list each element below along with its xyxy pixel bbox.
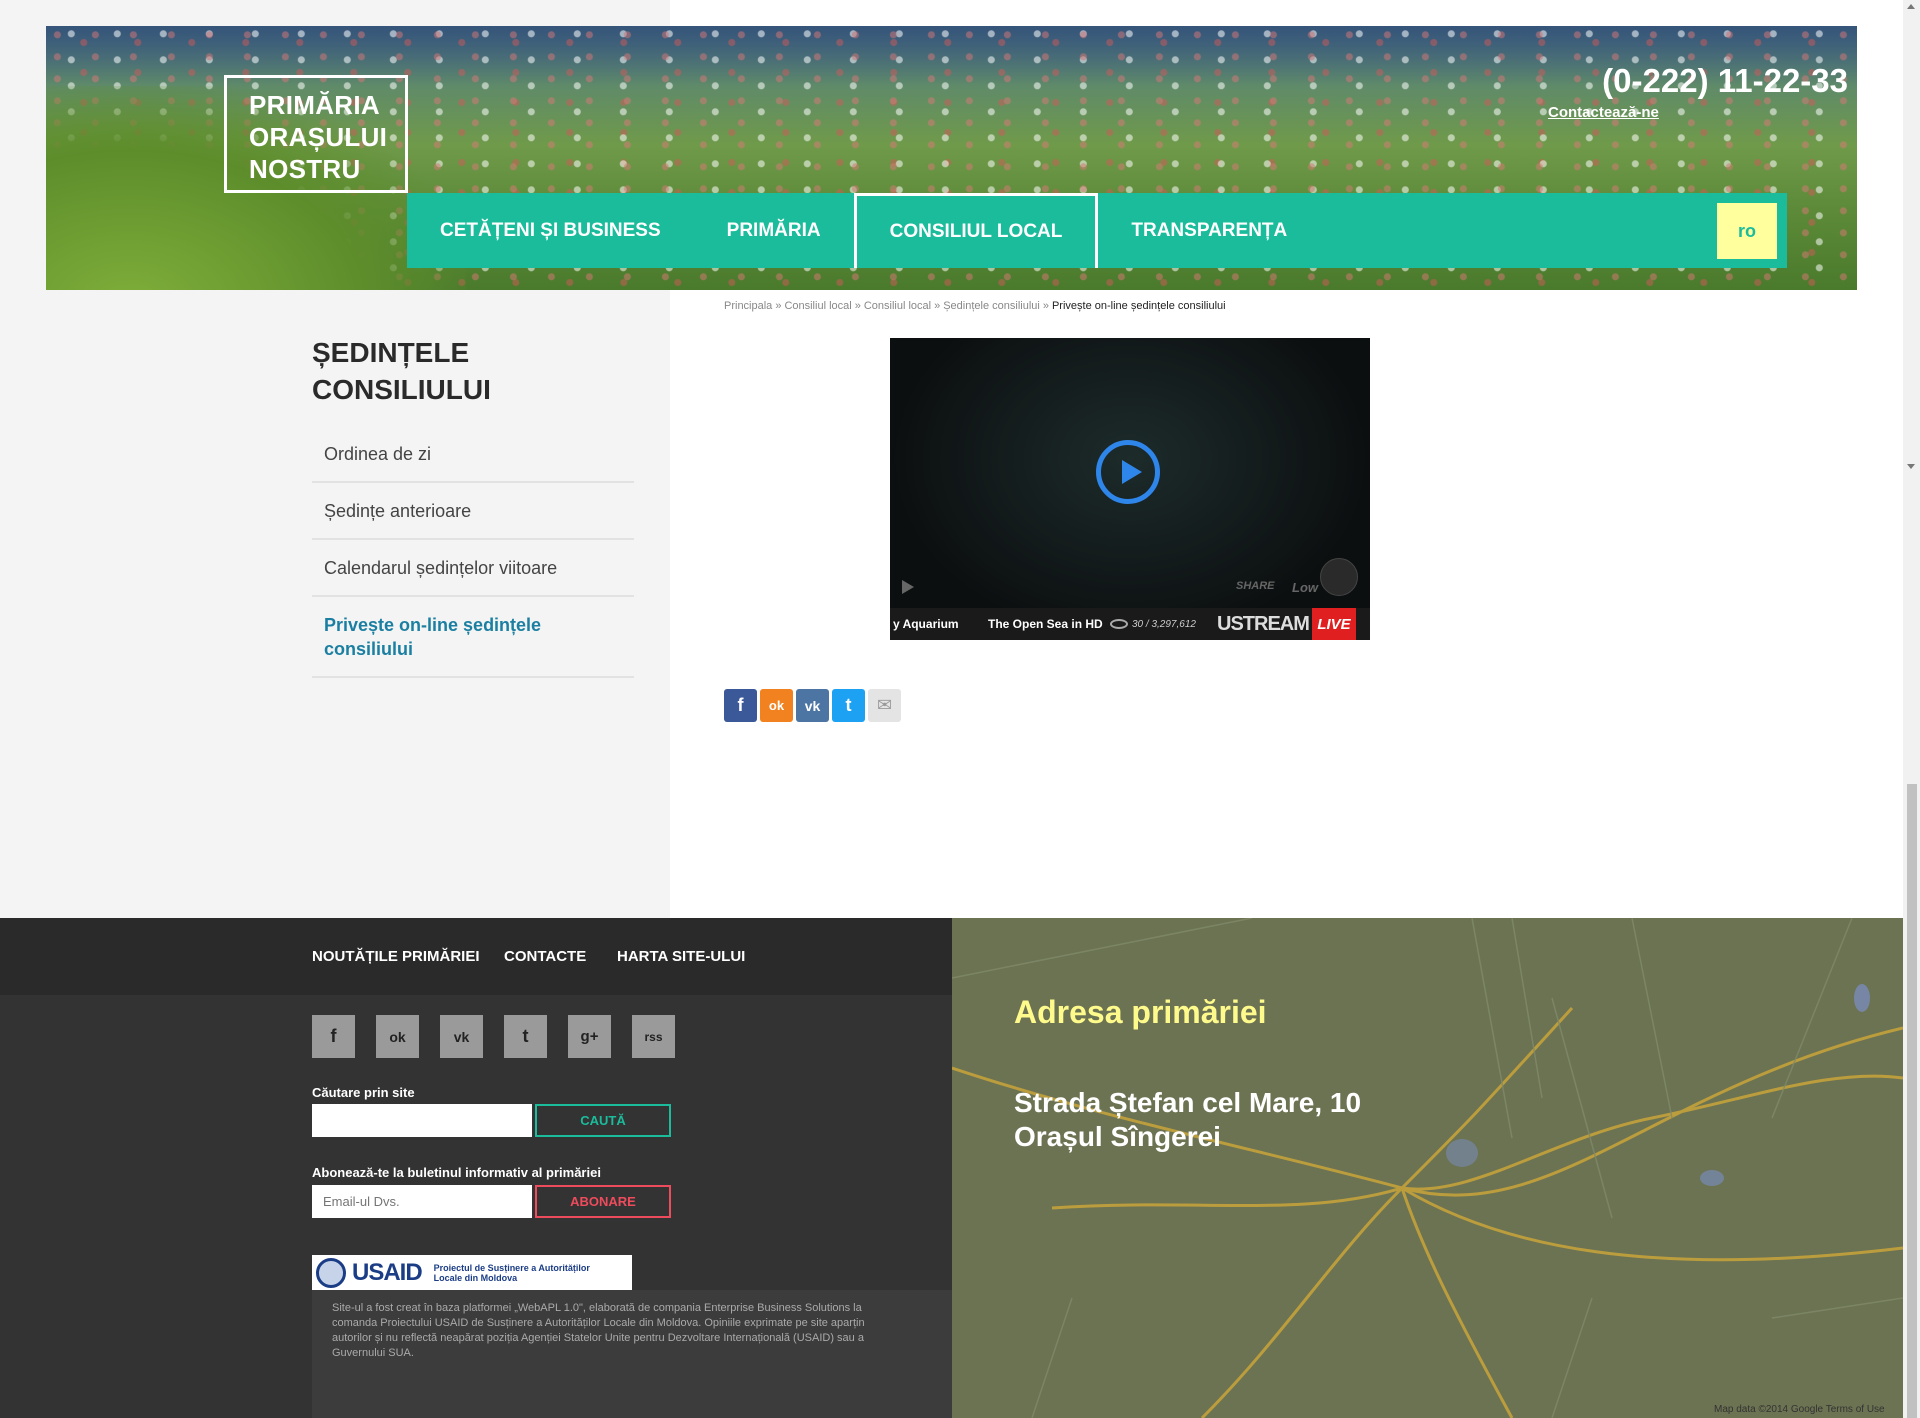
live-badge: LIVE — [1312, 608, 1356, 640]
sidebar-menu: Ordinea de zi Ședințe anterioare Calenda… — [312, 426, 634, 678]
nav-item-primaria[interactable]: PRIMĂRIA — [694, 193, 854, 268]
scroll-up-icon[interactable] — [1907, 4, 1915, 9]
subscribe-button[interactable]: ABONARE — [535, 1185, 671, 1218]
breadcrumb: Principala» Consiliul local» Consiliul loc… — [724, 300, 1226, 312]
video-channel-current[interactable]: The Open Sea in HD — [988, 617, 1110, 631]
fullscreen-icon[interactable] — [1320, 558, 1358, 596]
footer-nav-contacts[interactable]: CONTACTE — [504, 948, 586, 965]
breadcrumb-local-council-2[interactable]: Consiliul local — [864, 300, 931, 312]
breadcrumb-separator: » — [934, 300, 941, 312]
breadcrumb-home[interactable]: Principala — [724, 300, 772, 312]
odnoklassniki-icon[interactable]: ok — [376, 1015, 419, 1058]
nav-item-local-council[interactable]: CONSILIUL LOCAL — [853, 193, 1099, 268]
nav-item-transparency[interactable]: TRANSPARENȚA — [1098, 193, 1320, 268]
phone-number: (0-222) 11-22-33 — [1602, 62, 1848, 99]
video-share-button[interactable]: SHARE — [1236, 580, 1275, 592]
eye-icon — [1110, 619, 1128, 629]
footer-nav: NOUTĂȚILE PRIMĂRIEI CONTACTE HARTA SITE-… — [0, 918, 952, 995]
map-credit[interactable]: Map data ©2014 Google Terms of Use — [1714, 1404, 1885, 1415]
address-map[interactable] — [952, 918, 1903, 1418]
vk-share-icon[interactable]: vk — [796, 689, 829, 722]
address-street: Strada Ștefan cel Mare, 10 — [1014, 1087, 1362, 1118]
breadcrumb-council-meetings[interactable]: Ședințele consiliului — [943, 300, 1040, 312]
share-buttons: f ok vk t ✉ — [724, 689, 901, 722]
scroll-down-icon[interactable] — [1907, 464, 1915, 469]
odnoklassniki-share-icon[interactable]: ok — [760, 689, 793, 722]
sidebar-item-meetings-calendar[interactable]: Calendarul ședințelor viitoare — [312, 540, 634, 597]
sidebar-item-watch-online[interactable]: Privește on-line ședințele consiliului — [312, 597, 634, 678]
footer-social-icons: f ok vk t g+ rss — [312, 1015, 675, 1058]
video-channel-prev[interactable]: y Aquarium — [890, 617, 988, 631]
usaid-brand: USAID — [352, 1258, 423, 1286]
nav-item-citizens-business[interactable]: CETĂȚENI ȘI BUSINESS — [407, 193, 694, 268]
scrollbar-thumb[interactable] — [1907, 784, 1917, 1418]
breadcrumb-separator: » — [1042, 300, 1049, 312]
breadcrumb-separator: » — [775, 300, 782, 312]
footer-left: NOUTĂȚILE PRIMĂRIEI CONTACTE HARTA SITE-… — [0, 918, 952, 1418]
twitter-icon[interactable]: t — [504, 1015, 547, 1058]
usaid-project-name: Proiectul de Susținere a Autorităților L… — [433, 1262, 590, 1283]
breadcrumb-current: Privește on-line ședințele consiliului — [1051, 300, 1226, 312]
video-info-bar: y Aquarium The Open Sea in HD 30 / 3,297… — [890, 608, 1370, 640]
address-title: Adresa primăriei — [1014, 994, 1267, 1030]
footer-nav-news[interactable]: NOUTĂȚILE PRIMĂRIEI — [312, 948, 480, 965]
sidebar-item-agenda[interactable]: Ordinea de zi — [312, 426, 634, 483]
email-share-icon[interactable]: ✉ — [868, 689, 901, 722]
facebook-icon[interactable]: f — [312, 1015, 355, 1058]
small-play-icon[interactable] — [902, 580, 914, 594]
logo-line-2: ORAȘULUI — [249, 122, 388, 152]
twitter-share-icon[interactable]: t — [832, 689, 865, 722]
google-plus-icon[interactable]: g+ — [568, 1015, 611, 1058]
video-quality-button[interactable]: Low — [1292, 580, 1318, 595]
map-roads — [952, 918, 1903, 1418]
usaid-seal-icon — [316, 1257, 346, 1288]
video-player[interactable]: SHARE Low y Aquarium The Open Sea in HD … — [890, 338, 1370, 640]
disclaimer-box: Site-ul a fost creat în baza platformei … — [312, 1290, 952, 1418]
page-scrollbar[interactable] — [1903, 0, 1920, 1418]
video-views: 30 / 3,297,612 — [1132, 618, 1196, 630]
sidebar-item-previous-meetings[interactable]: Ședințe anterioare — [312, 483, 634, 540]
logo-line-3: NOSTRU — [249, 154, 361, 184]
logo-line-1: PRIMĂRIA — [249, 90, 380, 120]
vk-icon[interactable]: vk — [440, 1015, 483, 1058]
usaid-banner[interactable]: USAID Proiectul de Susținere a Autorităț… — [312, 1255, 632, 1290]
rss-icon[interactable]: rss — [632, 1015, 675, 1058]
address-city: Orașul Sîngerei — [1014, 1121, 1221, 1152]
main-nav: CETĂȚENI ȘI BUSINESS PRIMĂRIA CONSILIUL … — [407, 193, 1787, 268]
disclaimer-text: Site-ul a fost creat în baza platformei … — [332, 1302, 865, 1359]
newsletter-email-input[interactable] — [312, 1185, 532, 1218]
search-button[interactable]: CAUTĂ — [535, 1104, 671, 1137]
language-switcher[interactable]: ro — [1717, 203, 1777, 259]
sidebar-title: ȘEDINȚELE CONSILIULUI — [312, 337, 491, 405]
search-input[interactable] — [312, 1104, 532, 1137]
ustream-logo[interactable]: USTREAM — [1217, 613, 1312, 636]
contact-link[interactable]: Contactează-ne — [1548, 104, 1659, 121]
search-label: Căutare prin site — [312, 1085, 415, 1100]
breadcrumb-separator: » — [854, 300, 861, 312]
site-logo[interactable]: PRIMĂRIA ORAȘULUI NOSTRU — [224, 75, 408, 193]
play-icon[interactable] — [1096, 440, 1160, 504]
footer-nav-sitemap[interactable]: HARTA SITE-ULUI — [617, 948, 745, 965]
newsletter-label: Abonează-te la buletinul informativ al p… — [312, 1165, 601, 1180]
facebook-share-icon[interactable]: f — [724, 689, 757, 722]
breadcrumb-local-council[interactable]: Consiliul local — [784, 300, 851, 312]
